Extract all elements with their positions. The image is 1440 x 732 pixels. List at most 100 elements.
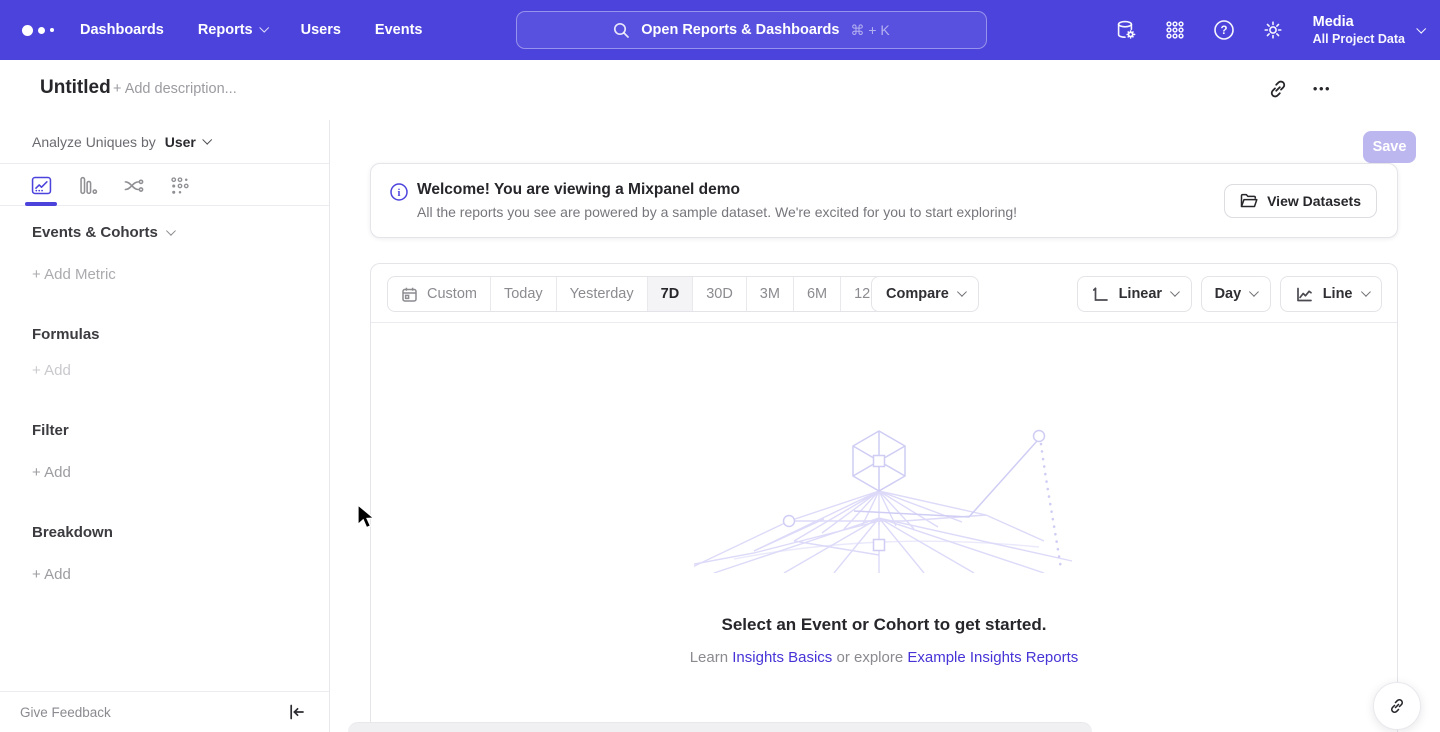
nav-item-users[interactable]: Users <box>301 22 341 38</box>
empty-sub-prefix: Learn <box>690 649 733 666</box>
folder-icon <box>1240 193 1258 209</box>
help-icon[interactable]: ? <box>1211 17 1237 43</box>
project-switcher[interactable]: Media All Project Data <box>1313 14 1424 47</box>
events-cohorts-label: Events & Cohorts <box>32 224 158 241</box>
report-header: Untitled + Add description... ••• Save <box>0 60 1440 120</box>
view-datasets-button[interactable]: View Datasets <box>1224 184 1377 218</box>
apps-grid-icon[interactable] <box>1162 17 1188 43</box>
analyze-by-dropdown[interactable]: User <box>165 134 210 150</box>
range-label: Today <box>504 286 543 302</box>
report-canvas: Custom Today Yesterday 7D 30D 3M 6M 12M … <box>370 263 1398 732</box>
report-title[interactable]: Untitled <box>40 77 111 99</box>
tab-metrics-grid[interactable] <box>166 165 192 206</box>
chevron-down-icon <box>957 287 966 296</box>
add-formula-button[interactable]: + Add <box>32 362 71 379</box>
example-reports-link[interactable]: Example Insights Reports <box>907 649 1078 666</box>
chevron-down-icon <box>1361 287 1370 296</box>
range-label: Custom <box>427 286 477 302</box>
chart-controls-row: Custom Today Yesterday 7D 30D 3M 6M 12M … <box>371 264 1397 323</box>
range-30d[interactable]: 30D <box>693 277 747 311</box>
range-label: 3M <box>760 286 780 302</box>
global-search-input[interactable]: Open Reports & Dashboards ⌘ + K <box>516 11 987 49</box>
analyze-label: Analyze Uniques by <box>32 134 156 150</box>
interval-label: Day <box>1215 286 1242 302</box>
copy-link-button[interactable] <box>1266 77 1292 103</box>
compare-label: Compare <box>886 286 949 302</box>
add-description-field[interactable]: + Add description... <box>113 81 237 97</box>
empty-sub-middle: or explore <box>832 649 907 666</box>
project-name: Media <box>1313 14 1405 31</box>
tab-flow[interactable] <box>120 165 146 206</box>
nav-item-label: Dashboards <box>80 22 164 38</box>
bottom-panel-peek[interactable] <box>348 722 1092 732</box>
tab-bar-chart[interactable] <box>74 165 100 206</box>
chart-type-dropdown[interactable]: Line <box>1280 276 1382 312</box>
empty-state-title: Select an Event or Cohort to get started… <box>722 615 1047 635</box>
range-label: Yesterday <box>570 286 634 302</box>
mixpanel-logo-icon[interactable] <box>22 0 54 60</box>
formulas-heading: Formulas <box>32 326 100 343</box>
scale-dropdown[interactable]: Linear <box>1077 276 1192 312</box>
chevron-down-icon <box>1250 287 1259 296</box>
range-7d[interactable]: 7D <box>648 277 694 311</box>
nav-item-label: Users <box>301 22 341 38</box>
events-cohorts-toggle[interactable]: Events & Cohorts <box>32 224 173 241</box>
nav-item-label: Reports <box>198 22 253 38</box>
line-chart-icon <box>1294 285 1314 304</box>
flow-icon <box>121 173 146 198</box>
sidebar-footer: Give Feedback <box>0 691 329 732</box>
welcome-banner: i Welcome! You are viewing a Mixpanel de… <box>370 163 1398 238</box>
dot-grid-icon <box>167 173 192 198</box>
visualization-tabs <box>0 165 329 206</box>
add-metric-button[interactable]: + Add Metric <box>32 266 116 283</box>
nav-right-cluster: ? Media All Project Data <box>1113 0 1424 60</box>
top-nav: Dashboards Reports Users Events Open Rep… <box>0 0 1440 60</box>
calendar-icon <box>401 286 418 303</box>
nav-item-events[interactable]: Events <box>375 22 423 38</box>
range-yesterday[interactable]: Yesterday <box>557 277 648 311</box>
compare-dropdown[interactable]: Compare <box>871 276 979 312</box>
chevron-down-icon <box>1416 23 1426 33</box>
range-custom[interactable]: Custom <box>388 277 491 311</box>
bar-chart-icon <box>75 173 100 198</box>
give-feedback-link[interactable]: Give Feedback <box>20 705 111 720</box>
axis-icon <box>1091 285 1110 304</box>
breakdown-heading: Breakdown <box>32 524 113 541</box>
range-label: 6M <box>807 286 827 302</box>
empty-state-subtitle: Learn Insights Basics or explore Example… <box>690 649 1079 666</box>
chevron-down-icon <box>166 226 175 235</box>
banner-subtitle: All the reports you see are powered by a… <box>417 204 1017 220</box>
range-3m[interactable]: 3M <box>747 277 794 311</box>
add-breakdown-button[interactable]: + Add <box>32 566 71 583</box>
chart-display-controls: Linear Day Line <box>1077 276 1382 312</box>
project-subtitle: All Project Data <box>1313 31 1405 47</box>
more-options-button[interactable]: ••• <box>1308 73 1336 103</box>
collapse-sidebar-icon[interactable] <box>285 701 307 723</box>
add-filter-button[interactable]: + Add <box>32 464 71 481</box>
query-builder-sidebar: Analyze Uniques by User Events & Cohorts… <box>0 120 330 732</box>
nav-item-dashboards[interactable]: Dashboards <box>80 22 164 38</box>
analyze-value: User <box>165 134 196 150</box>
range-6m[interactable]: 6M <box>794 277 841 311</box>
range-today[interactable]: Today <box>491 277 557 311</box>
nav-item-reports[interactable]: Reports <box>198 22 267 38</box>
range-label: 7D <box>661 286 680 302</box>
view-datasets-label: View Datasets <box>1267 193 1361 209</box>
search-shortcut: ⌘ + K <box>850 22 889 39</box>
banner-title: Welcome! You are viewing a Mixpanel demo <box>417 181 740 199</box>
settings-gear-icon[interactable] <box>1260 17 1286 43</box>
primary-nav: Dashboards Reports Users Events <box>80 0 422 60</box>
chart-empty-state: Select an Event or Cohort to get started… <box>371 323 1397 732</box>
chevron-down-icon <box>1170 287 1179 296</box>
nav-item-label: Events <box>375 22 423 38</box>
interval-dropdown[interactable]: Day <box>1201 276 1271 312</box>
chart-type-label: Line <box>1323 286 1353 302</box>
insights-basics-link[interactable]: Insights Basics <box>732 649 832 666</box>
tab-insights[interactable] <box>28 165 54 206</box>
data-management-icon[interactable] <box>1113 17 1139 43</box>
scale-label: Linear <box>1119 286 1163 302</box>
svg-text:?: ? <box>1220 25 1227 37</box>
floating-share-link-button[interactable] <box>1373 682 1421 730</box>
save-button[interactable]: Save <box>1363 131 1416 163</box>
date-range-selector: Custom Today Yesterday 7D 30D 3M 6M 12M <box>387 276 896 312</box>
